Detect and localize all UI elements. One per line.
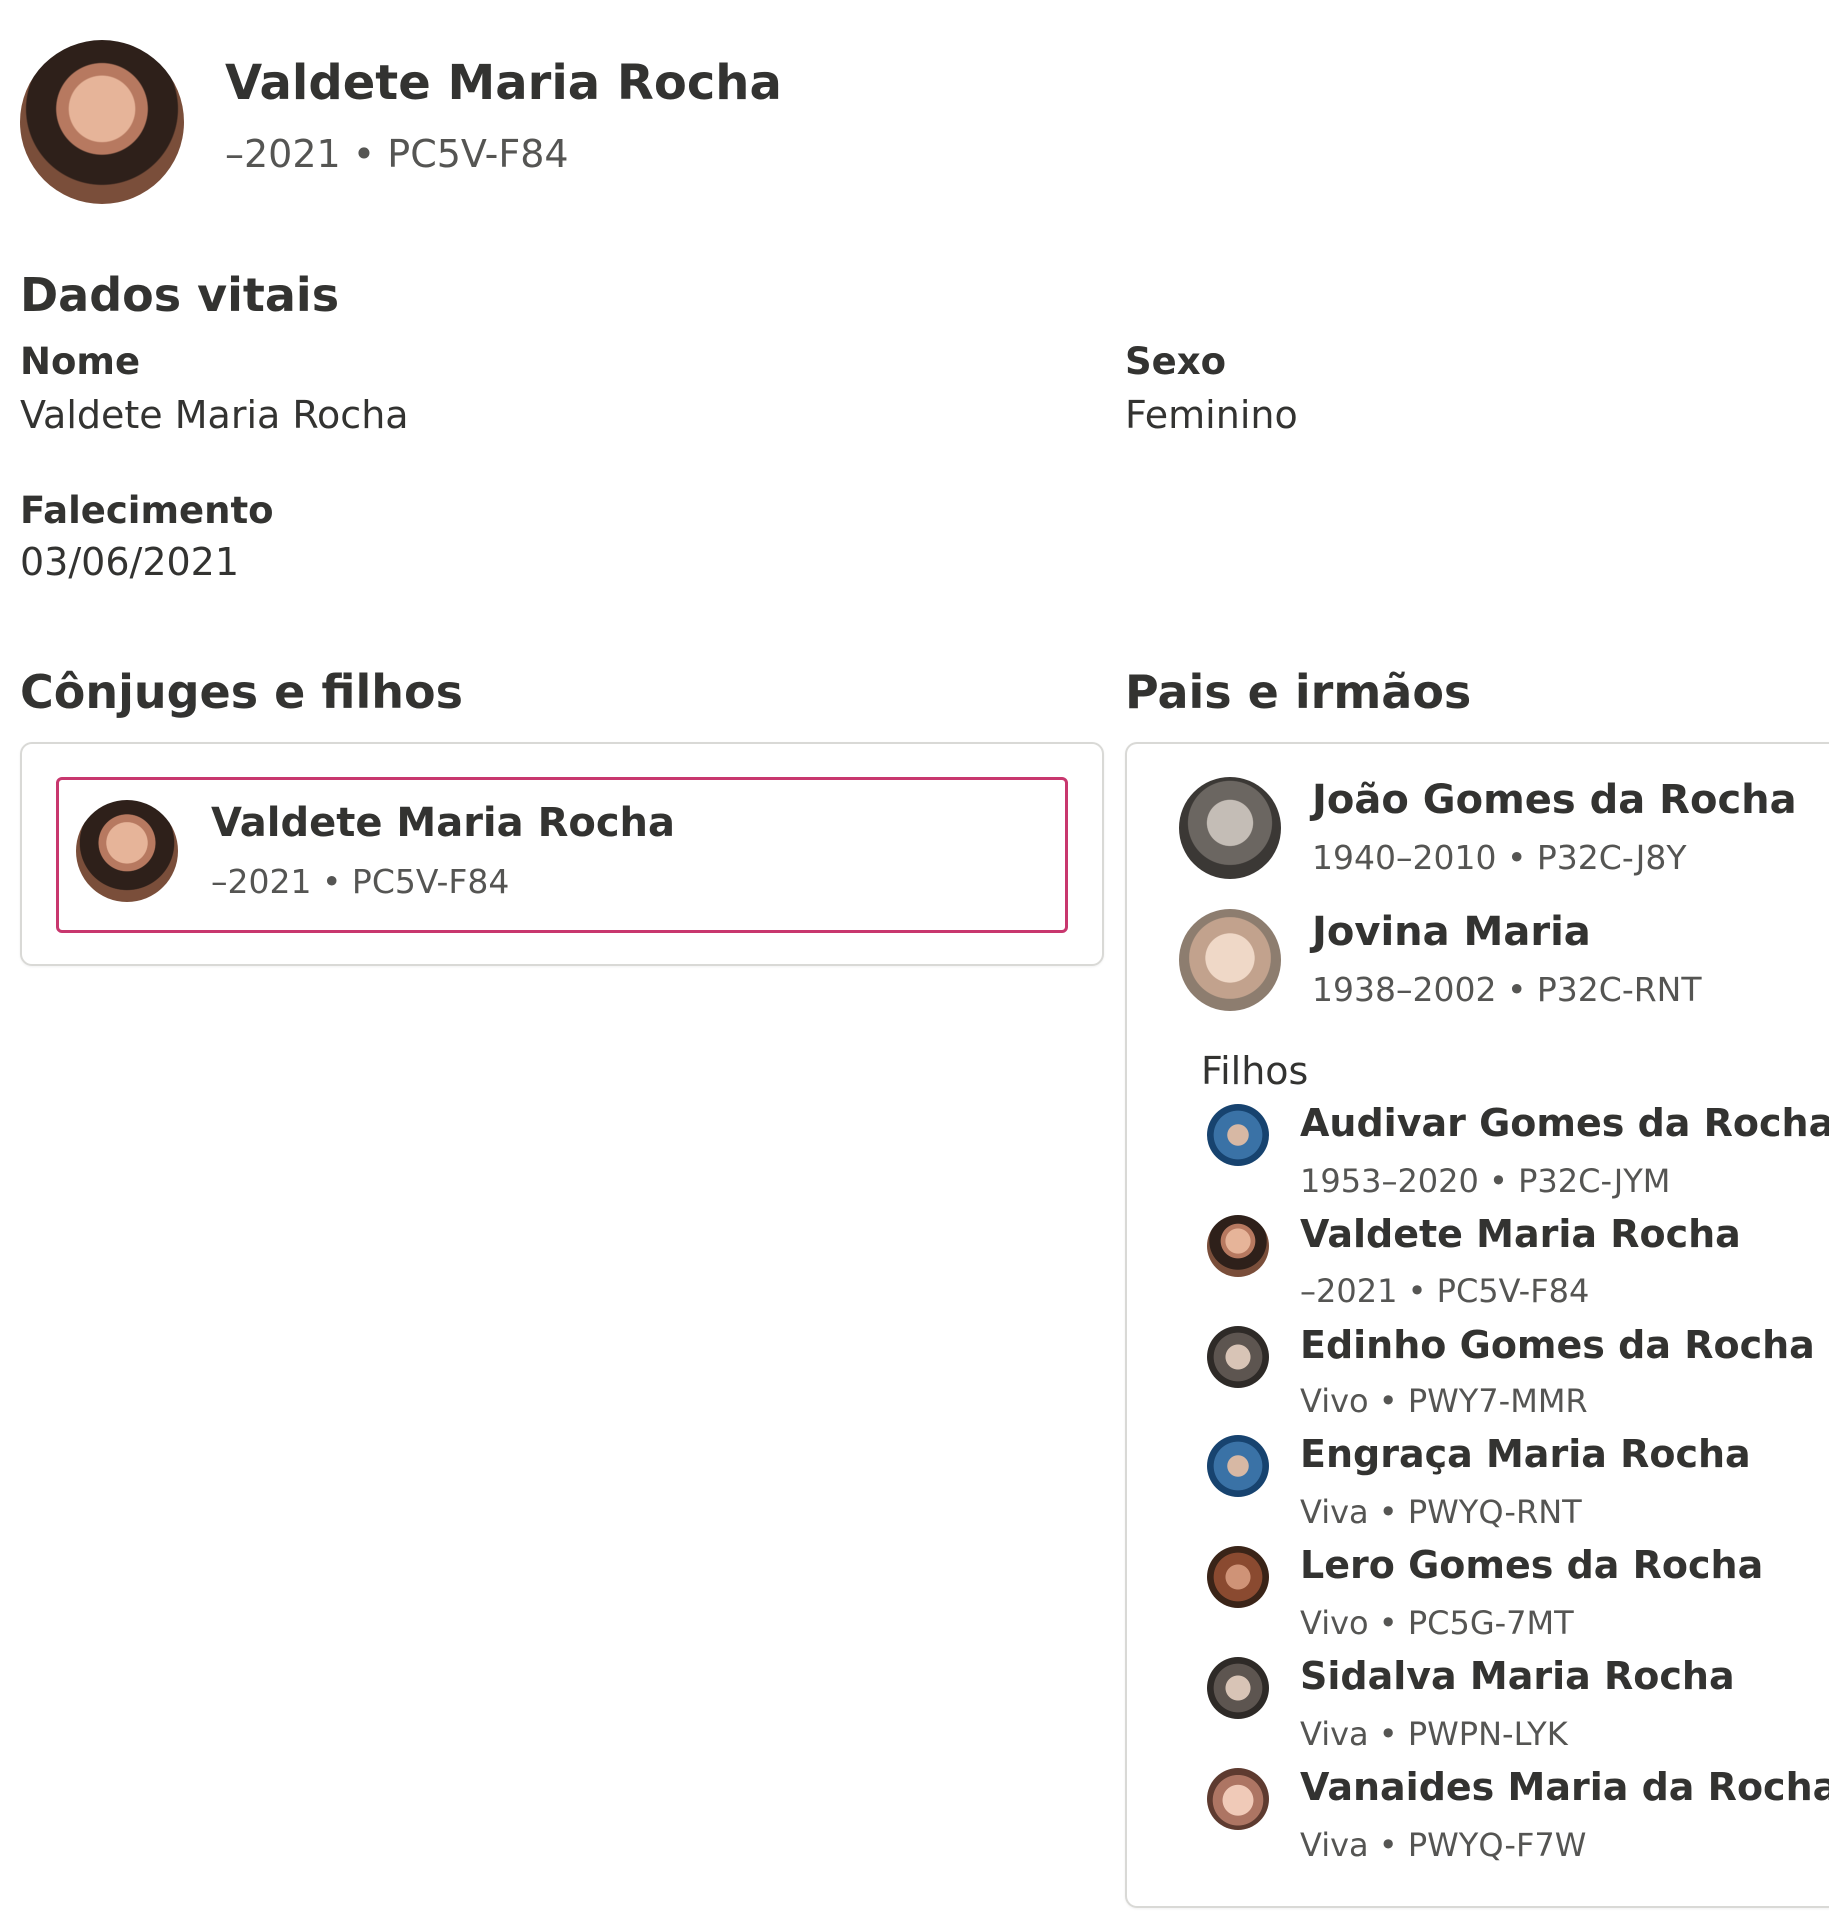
spouses-card: Valdete Maria Rocha –2021 • PC5V-F84 bbox=[20, 742, 1104, 966]
spouse-avatar bbox=[76, 800, 178, 902]
child-name: Sidalva Maria Rocha bbox=[1300, 1654, 1735, 1698]
vitals-heading: Dados vitais bbox=[20, 268, 340, 322]
child-name: Audivar Gomes da Rocha bbox=[1300, 1101, 1829, 1145]
person-name: Valdete Maria Rocha bbox=[225, 55, 782, 111]
child-avatar bbox=[1207, 1768, 1269, 1830]
parents-card: João Gomes da Rocha 1940–2010 • P32C-J8Y… bbox=[1125, 742, 1829, 1908]
child-lifespan-id: Vivo • PWY7-MMR bbox=[1300, 1382, 1588, 1420]
spouse-lifespan-id: –2021 • PC5V-F84 bbox=[211, 862, 510, 901]
name-label: Nome bbox=[20, 340, 141, 383]
death-value: 03/06/2021 bbox=[20, 540, 240, 584]
sex-value: Feminino bbox=[1125, 393, 1298, 437]
child-avatar bbox=[1207, 1657, 1269, 1719]
name-value: Valdete Maria Rocha bbox=[20, 393, 409, 437]
parent-avatar bbox=[1179, 777, 1281, 879]
spouses-heading: Cônjuges e filhos bbox=[20, 665, 463, 719]
child-avatar bbox=[1207, 1546, 1269, 1608]
spouse-name: Valdete Maria Rocha bbox=[211, 800, 676, 846]
selected-spouse-entry[interactable]: Valdete Maria Rocha –2021 • PC5V-F84 bbox=[56, 777, 1068, 933]
parent-name: João Gomes da Rocha bbox=[1312, 777, 1797, 823]
parent-lifespan-id: 1940–2010 • P32C-J8Y bbox=[1312, 838, 1687, 877]
sex-label: Sexo bbox=[1125, 340, 1227, 383]
person-lifespan-id: –2021 • PC5V-F84 bbox=[225, 132, 569, 176]
child-name: Edinho Gomes da Rocha bbox=[1300, 1323, 1815, 1367]
child-avatar bbox=[1207, 1104, 1269, 1166]
child-lifespan-id: Viva • PWPN-LYK bbox=[1300, 1715, 1568, 1753]
child-lifespan-id: –2021 • PC5V-F84 bbox=[1300, 1272, 1590, 1310]
child-name: Vanaides Maria da Rocha bbox=[1300, 1765, 1829, 1809]
child-lifespan-id: Viva • PWYQ-F7W bbox=[1300, 1826, 1587, 1864]
death-label: Falecimento bbox=[20, 489, 274, 532]
child-avatar bbox=[1207, 1326, 1269, 1388]
child-name: Engraça Maria Rocha bbox=[1300, 1432, 1751, 1476]
person-avatar bbox=[20, 40, 184, 204]
child-name: Valdete Maria Rocha bbox=[1300, 1212, 1741, 1256]
parent-name: Jovina Maria bbox=[1312, 909, 1591, 955]
child-avatar bbox=[1207, 1435, 1269, 1497]
child-avatar bbox=[1207, 1215, 1269, 1277]
parents-heading: Pais e irmãos bbox=[1125, 665, 1472, 719]
children-label: Filhos bbox=[1201, 1049, 1309, 1093]
child-name: Lero Gomes da Rocha bbox=[1300, 1543, 1764, 1587]
child-lifespan-id: Viva • PWYQ-RNT bbox=[1300, 1493, 1582, 1531]
parent-lifespan-id: 1938–2002 • P32C-RNT bbox=[1312, 970, 1702, 1009]
parent-avatar bbox=[1179, 909, 1281, 1011]
child-lifespan-id: Vivo • PC5G-7MT bbox=[1300, 1604, 1574, 1642]
child-lifespan-id: 1953–2020 • P32C-JYM bbox=[1300, 1162, 1671, 1200]
